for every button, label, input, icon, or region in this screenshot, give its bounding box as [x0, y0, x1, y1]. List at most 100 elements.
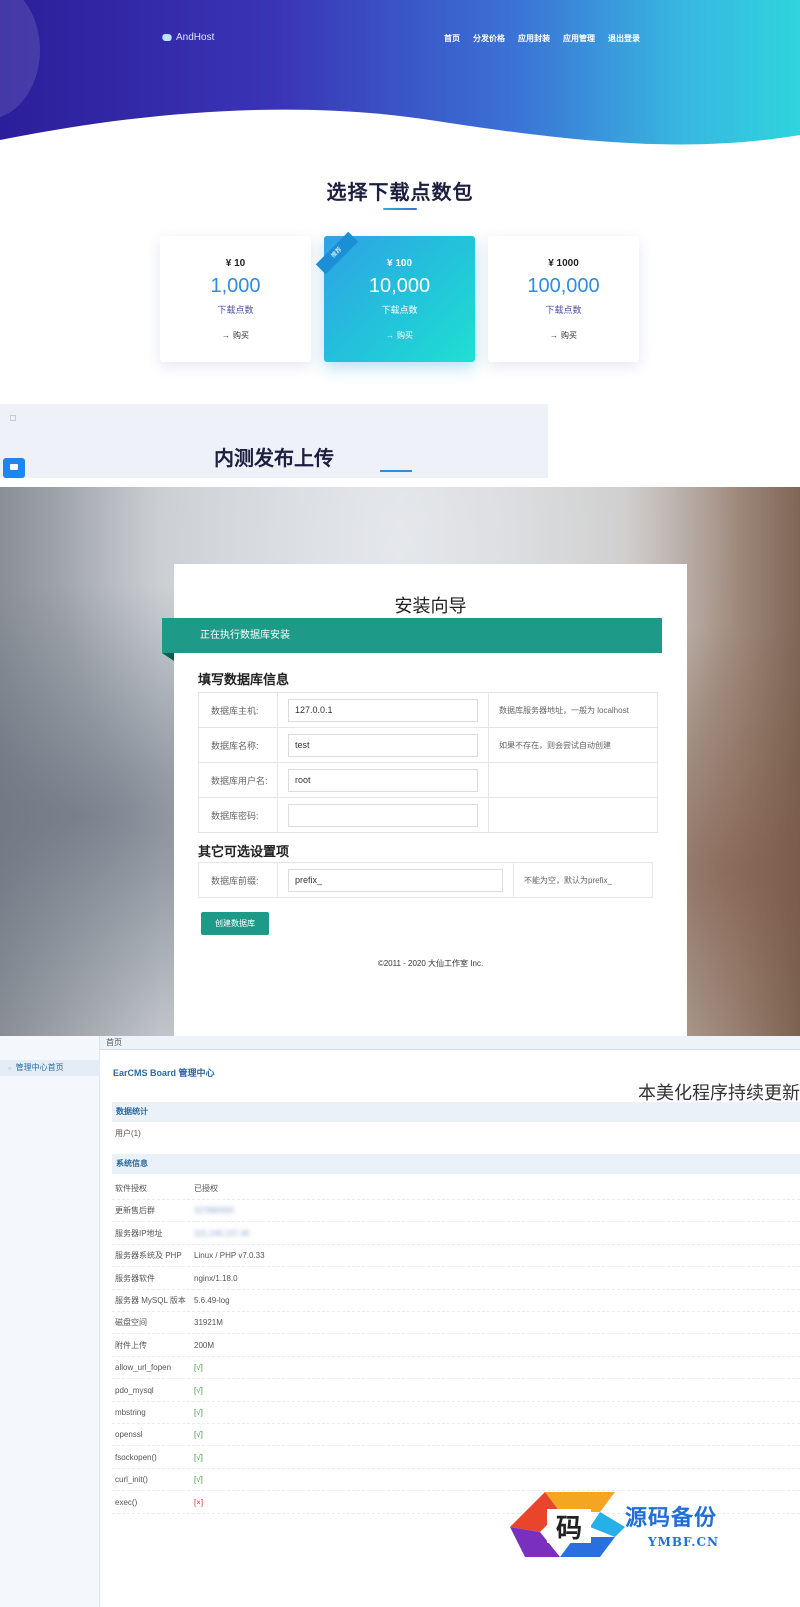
- banner-fold: [162, 653, 174, 661]
- db-host-input[interactable]: 127.0.0.1: [288, 698, 478, 722]
- field-hint: [488, 762, 658, 798]
- sysinfo-row: 服务器系统及 PHP Linux / PHP v7.0.33: [112, 1245, 800, 1268]
- buy-button[interactable]: → 购买: [488, 330, 639, 341]
- sysinfo-value: 已授权: [194, 1184, 218, 1193]
- sysinfo-value: [×]: [194, 1497, 204, 1507]
- logo-icon: [160, 34, 174, 41]
- field-label: 数据库前缀:: [198, 862, 278, 898]
- db-user-input[interactable]: root: [288, 768, 478, 792]
- sysinfo-row: pdo_mysql [√]: [112, 1380, 800, 1402]
- hero-wave: [0, 109, 800, 150]
- logo-text: AndHost: [176, 32, 215, 43]
- db-password-input[interactable]: [288, 803, 478, 827]
- beta-title: 内测发布上传: [214, 448, 334, 470]
- hero-banner: AndHost 首页 分发价格 应用封装 应用管理 退出登录: [0, 0, 800, 150]
- nav-logout[interactable]: 退出登录: [608, 33, 640, 44]
- buy-button[interactable]: → 购买: [160, 330, 311, 341]
- buy-label: 购买: [561, 331, 577, 340]
- sysinfo-value: 200M: [194, 1340, 215, 1350]
- package-points: 1,000: [210, 275, 261, 297]
- sysinfo-value: Linux / PHP v7.0.33: [194, 1251, 265, 1261]
- form-row-name: 数据库名称: test 如果不存在，则会尝试自动创建: [198, 727, 658, 763]
- db-name-input[interactable]: test: [288, 733, 478, 757]
- sysinfo-key: 服务器 MySQL 版本: [115, 1296, 186, 1305]
- package-price: ¥ 1000: [548, 258, 579, 269]
- package-unit: 下载点数: [217, 305, 254, 315]
- arrow-right-icon: →: [222, 331, 230, 340]
- buy-label: 购买: [397, 331, 413, 340]
- sysinfo-key: 附件上传: [115, 1340, 147, 1350]
- sysinfo-value: [√]: [194, 1385, 203, 1395]
- package-price: ¥ 10: [225, 258, 246, 269]
- sysinfo-value: 101.245.137.40: [194, 1228, 250, 1238]
- optional-heading: 其它可选设置项: [198, 844, 290, 859]
- sysinfo-key: 更新售后群: [115, 1206, 155, 1216]
- package-card-1[interactable]: ¥ 10 1,000 下载点数 → 购买: [160, 236, 311, 362]
- watermark-sub: YMBF.CN: [648, 1535, 720, 1549]
- sysinfo-heading: 系统信息: [112, 1154, 800, 1174]
- user-count[interactable]: 用户(1): [115, 1128, 141, 1139]
- sysinfo-row: mbstring [√]: [112, 1402, 800, 1424]
- sysinfo-key: allow_url_fopen: [115, 1363, 172, 1373]
- package-unit: 下载点数: [381, 305, 418, 315]
- sysinfo-key: curl_init(): [115, 1475, 148, 1485]
- andhost-page: AndHost 首页 分发价格 应用封装 应用管理 退出登录 选择下载点数包 ¥…: [0, 0, 800, 478]
- nav-app-wrap[interactable]: 应用封装: [518, 33, 550, 44]
- sysinfo-key: fsockopen(): [115, 1452, 157, 1462]
- top-nav: 首页 分发价格 应用封装 应用管理 退出登录: [444, 33, 640, 44]
- form-row-password: 数据库密码:: [198, 797, 658, 833]
- sysinfo-row: fsockopen() [√]: [112, 1447, 800, 1469]
- checkbox-icon[interactable]: [10, 415, 16, 421]
- sysinfo-key: 磁盘空间: [115, 1318, 147, 1328]
- packages-title: 选择下载点数包: [326, 182, 474, 204]
- sysinfo-row: 服务器软件 nginx/1.18.0: [112, 1268, 800, 1290]
- sysinfo-value: nginx/1.18.0: [194, 1273, 238, 1283]
- sysinfo-key: openssl: [115, 1430, 143, 1440]
- db-info-heading: 填写数据库信息: [198, 672, 290, 687]
- sidebar: 管理中心首页: [0, 1036, 100, 1607]
- arrow-right-icon: →: [386, 331, 394, 340]
- nav-home[interactable]: 首页: [444, 33, 460, 44]
- sysinfo-key: 服务器软件: [115, 1273, 155, 1283]
- sysinfo-value: [√]: [194, 1408, 203, 1417]
- sysinfo-key: pdo_mysql: [115, 1385, 154, 1395]
- sysinfo-value: [√]: [194, 1475, 203, 1485]
- watermark-text: 源码备份: [625, 1505, 718, 1531]
- andhost-logo[interactable]: AndHost: [160, 32, 215, 43]
- stats-heading: 数据统计: [112, 1102, 800, 1122]
- sysinfo-value: 327880000: [194, 1206, 235, 1216]
- cms-title: EarCMS Board 管理中心: [113, 1068, 215, 1078]
- form-row-host: 数据库主机: 127.0.0.1 数据库服务器地址，一般为 localhost: [198, 692, 658, 728]
- field-label: 数据库主机:: [198, 692, 278, 728]
- buy-button[interactable]: → 购买: [324, 330, 475, 341]
- field-hint: 数据库服务器地址，一般为 localhost: [488, 692, 658, 728]
- sysinfo-row: openssl [√]: [112, 1424, 800, 1447]
- sysinfo-value: [√]: [194, 1452, 203, 1462]
- form-row-prefix: 数据库前缀: prefix_ 不能为空，默认为prefix_: [198, 862, 653, 898]
- create-database-button[interactable]: 创建数据库: [201, 912, 269, 935]
- sysinfo-key: exec(): [115, 1497, 138, 1507]
- sysinfo-value: 5.6.49-log: [194, 1296, 230, 1305]
- sysinfo-row: 更新售后群 327880000: [112, 1200, 800, 1223]
- field-label: 数据库密码:: [198, 797, 278, 833]
- package-points: 100,000: [527, 275, 600, 297]
- field-label: 数据库用户名:: [198, 762, 278, 798]
- sysinfo-value: [√]: [194, 1363, 203, 1373]
- package-card-3[interactable]: ¥ 1000 100,000 下载点数 → 购买: [488, 236, 639, 362]
- tab-home[interactable]: 首页: [100, 1036, 800, 1050]
- sysinfo-key: 服务器系统及 PHP: [115, 1251, 182, 1261]
- field-hint: [488, 797, 658, 833]
- nav-app-manage[interactable]: 应用管理: [563, 33, 595, 44]
- nav-pricing[interactable]: 分发价格: [473, 33, 505, 44]
- chat-icon[interactable]: [3, 458, 25, 478]
- package-price: ¥ 100: [386, 258, 413, 269]
- package-card-2[interactable]: 推荐 ¥ 100 10,000 下载点数 → 购买: [315, 231, 475, 362]
- field-label: 数据库名称:: [198, 727, 278, 763]
- sidebar-item-dashboard[interactable]: 管理中心首页: [0, 1060, 100, 1076]
- sysinfo-row: 软件授权 已授权: [112, 1178, 800, 1200]
- install-status-banner: 正在执行数据库安装: [162, 618, 662, 653]
- title-underline: [383, 208, 417, 210]
- db-prefix-input[interactable]: prefix_: [288, 868, 503, 892]
- beta-underline: [380, 470, 412, 472]
- sysinfo-row: 附件上传 200M: [112, 1335, 800, 1357]
